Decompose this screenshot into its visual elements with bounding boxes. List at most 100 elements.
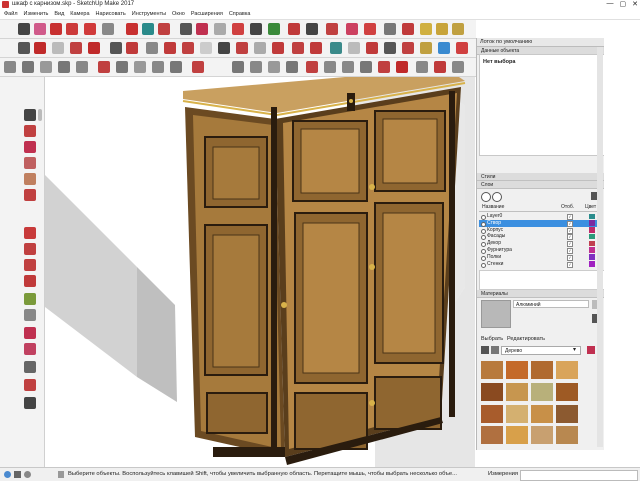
- menu-camera[interactable]: Камера: [70, 10, 89, 19]
- remove-tag-icon[interactable]: [492, 192, 502, 202]
- tool-g-icon[interactable]: [116, 61, 128, 73]
- eraser-tool-icon[interactable]: [38, 109, 42, 121]
- tool-e-icon[interactable]: [76, 61, 88, 73]
- tool-q-icon[interactable]: [324, 61, 336, 73]
- circle-icon[interactable]: [52, 42, 64, 54]
- minimize-button[interactable]: —: [607, 0, 614, 8]
- shadows-icon[interactable]: [330, 42, 342, 54]
- back-icon[interactable]: [481, 346, 489, 354]
- tag-row[interactable]: Фурнитура ✓: [479, 247, 603, 254]
- pan-tool-icon[interactable]: [24, 379, 36, 391]
- tag-row[interactable]: Декор ✓: [479, 240, 603, 248]
- top-view-icon[interactable]: [436, 23, 448, 35]
- ruby-icon[interactable]: [346, 23, 358, 35]
- tag-row[interactable]: Фасады ✓: [479, 233, 603, 241]
- tags-header[interactable]: Слои: [477, 181, 605, 189]
- walk-icon[interactable]: [218, 42, 230, 54]
- material-library-select[interactable]: Дерево: [501, 346, 581, 355]
- scale-tool-icon[interactable]: [24, 259, 36, 271]
- tag-color-swatch[interactable]: [589, 227, 595, 233]
- tool-d-icon[interactable]: [58, 61, 70, 73]
- forward-icon[interactable]: [491, 346, 499, 354]
- material-swatch[interactable]: [556, 361, 578, 379]
- push-pull-icon[interactable]: [126, 23, 138, 35]
- rectangle-tool-icon[interactable]: [24, 157, 36, 169]
- tool-o-icon[interactable]: [286, 61, 298, 73]
- tool-k-icon[interactable]: [192, 61, 204, 73]
- orbit-tool-icon[interactable]: [24, 361, 36, 373]
- orbit-icon[interactable]: [214, 23, 226, 35]
- eraser-icon[interactable]: [34, 23, 46, 35]
- menu-window[interactable]: Окно: [172, 10, 185, 19]
- circle-tool-icon[interactable]: [24, 173, 36, 185]
- eyedropper-icon[interactable]: [587, 346, 595, 354]
- arc-tool-icon[interactable]: [24, 189, 36, 201]
- sandbox-icon[interactable]: [364, 23, 376, 35]
- tool-b-icon[interactable]: [22, 61, 34, 73]
- textured-icon[interactable]: [438, 42, 450, 54]
- line-tool-icon[interactable]: [24, 141, 36, 153]
- material-name-field[interactable]: Алюминий: [513, 300, 589, 308]
- 3d-text-icon[interactable]: [200, 42, 212, 54]
- styles-header[interactable]: Стили: [477, 173, 605, 181]
- tool-j-icon[interactable]: [170, 61, 182, 73]
- menu-extensions[interactable]: Расширения: [191, 10, 223, 19]
- material-swatch[interactable]: [506, 426, 528, 445]
- line-icon[interactable]: [50, 23, 62, 35]
- paint-bucket-icon[interactable]: [196, 23, 208, 35]
- menu-view[interactable]: Вид: [54, 10, 64, 19]
- monochrome-icon[interactable]: [456, 42, 468, 54]
- material-swatch[interactable]: [531, 382, 553, 401]
- tool-v-icon[interactable]: [416, 61, 428, 73]
- tag-color-swatch[interactable]: [589, 254, 595, 260]
- tape-measure-icon[interactable]: [180, 23, 192, 35]
- tag-row[interactable]: Створ ✓: [479, 219, 603, 227]
- material-swatch[interactable]: [481, 361, 503, 379]
- scale-icon[interactable]: [126, 42, 138, 54]
- extension-warehouse-icon[interactable]: [306, 23, 318, 35]
- material-swatch[interactable]: [531, 404, 553, 423]
- tool-i-icon[interactable]: [152, 61, 164, 73]
- warehouse-icon[interactable]: [288, 23, 300, 35]
- instructor-icon[interactable]: [24, 471, 31, 478]
- close-button[interactable]: ✕: [632, 0, 638, 8]
- select-icon[interactable]: [18, 23, 30, 35]
- text-tool-icon[interactable]: [24, 343, 36, 355]
- iso-view-icon[interactable]: [420, 23, 432, 35]
- tool-a-icon[interactable]: [4, 61, 16, 73]
- material-swatch[interactable]: [531, 361, 553, 379]
- tool-p-icon[interactable]: [306, 61, 318, 73]
- menu-edit[interactable]: Изменить: [24, 10, 49, 19]
- tag-row[interactable]: Стенки ✓: [479, 261, 603, 268]
- arc-icon[interactable]: [84, 23, 96, 35]
- zoom-icon[interactable]: [250, 23, 262, 35]
- dimension-icon[interactable]: [182, 42, 194, 54]
- move-icon[interactable]: [142, 23, 154, 35]
- move-tool-icon[interactable]: [24, 227, 36, 239]
- pan-icon[interactable]: [232, 23, 244, 35]
- follow-me-icon[interactable]: [110, 42, 122, 54]
- tag-color-swatch[interactable]: [589, 233, 595, 240]
- tool-w-icon[interactable]: [434, 61, 446, 73]
- pencil-icon[interactable]: [18, 42, 30, 54]
- freehand-icon[interactable]: [66, 23, 78, 35]
- fog-icon[interactable]: [348, 42, 360, 54]
- xray-icon[interactable]: [366, 42, 378, 54]
- rectangle-icon[interactable]: [34, 42, 46, 54]
- polygon-icon[interactable]: [70, 42, 82, 54]
- look-around-icon[interactable]: [236, 42, 248, 54]
- material-swatch[interactable]: [531, 426, 553, 445]
- measurements-input[interactable]: [520, 470, 638, 481]
- section-plane-icon[interactable]: [384, 23, 396, 35]
- tab-edit[interactable]: Редактировать: [507, 336, 545, 342]
- previous-view-icon[interactable]: [272, 42, 284, 54]
- wireframe-icon[interactable]: [384, 42, 396, 54]
- tool-c-icon[interactable]: [40, 61, 52, 73]
- material-swatch[interactable]: [506, 382, 528, 401]
- rotate-tool-icon[interactable]: [24, 243, 36, 255]
- offset-icon[interactable]: [88, 42, 100, 54]
- material-swatch[interactable]: [481, 382, 503, 401]
- tool-s-icon[interactable]: [360, 61, 372, 73]
- position-camera-icon[interactable]: [254, 42, 266, 54]
- tool-t-icon[interactable]: [378, 61, 390, 73]
